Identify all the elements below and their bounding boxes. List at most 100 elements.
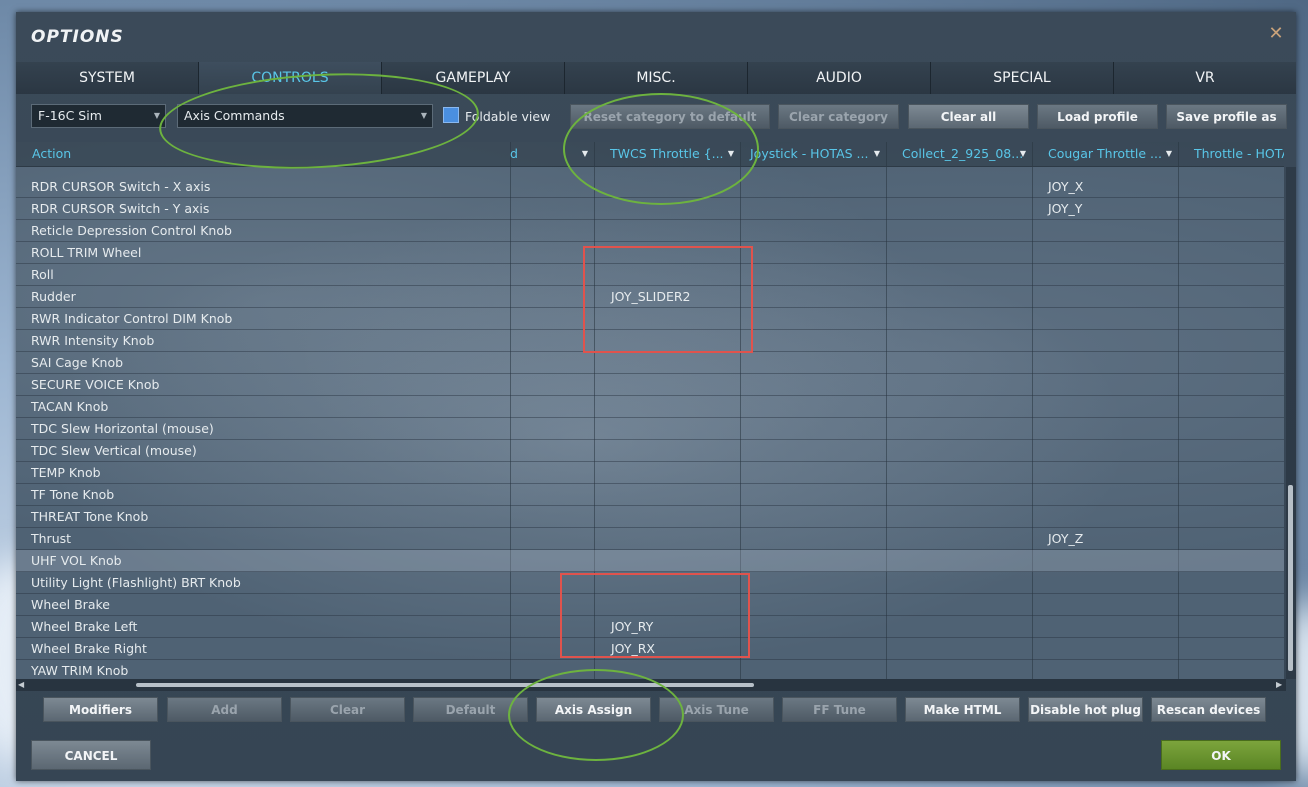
table-row[interactable]: RDR CURSOR Switch - Y axis JOY_Y [16,198,1284,220]
binding-cell[interactable] [1179,374,1284,395]
binding-cell[interactable] [1179,550,1284,571]
table-row[interactable]: RDR CURSOR Switch - X axis JOY_X [16,176,1284,198]
header-device-throttle-hotas[interactable]: Throttle - HOTA [1178,142,1284,166]
binding-cell[interactable] [1179,242,1284,263]
binding-cell[interactable] [1033,396,1178,417]
binding-cell[interactable] [1179,462,1284,483]
binding-cell[interactable] [596,242,740,263]
binding-cell[interactable] [1033,594,1178,615]
modifiers-button[interactable]: Modifiers [43,697,158,722]
binding-cell[interactable] [1179,396,1284,417]
binding-cell[interactable] [1033,330,1178,351]
table-row[interactable]: TF Tone Knob [16,484,1284,506]
binding-cell[interactable] [596,528,740,549]
ff-tune-button[interactable]: FF Tune [782,697,897,722]
binding-cell[interactable] [596,220,740,241]
close-icon[interactable]: ✕ [1268,25,1284,43]
table-row[interactable]: RWR Intensity Knob [16,330,1284,352]
binding-cell[interactable] [596,352,740,373]
default-button[interactable]: Default [413,697,528,722]
load-profile-button[interactable]: Load profile [1037,104,1158,129]
clear-category-button[interactable]: Clear category [778,104,899,129]
binding-cell[interactable] [596,572,740,593]
horizontal-scrollbar[interactable]: ◀ ▶ [16,679,1286,691]
table-row[interactable]: TACAN Knob [16,396,1284,418]
vertical-scroll-thumb[interactable] [1288,485,1293,671]
binding-cell[interactable] [596,660,740,679]
make-html-button[interactable]: Make HTML [905,697,1020,722]
binding-cell[interactable] [1033,550,1178,571]
table-row[interactable]: SAI Cage Knob [16,352,1284,374]
ok-button[interactable]: OK [1161,740,1281,770]
aircraft-select[interactable]: F-16C Sim ▼ [31,104,166,128]
reset-category-button[interactable]: Reset category to default [570,104,770,129]
binding-cell[interactable] [1033,506,1178,527]
binding-cell[interactable] [1179,638,1284,659]
binding-cell[interactable]: JOY_X [1033,176,1178,197]
save-profile-button[interactable]: Save profile as [1166,104,1287,129]
tab-system[interactable]: SYSTEM [16,62,199,94]
binding-cell[interactable] [1033,220,1178,241]
clear-button[interactable]: Clear [290,697,405,722]
table-row[interactable]: TDC Slew Vertical (mouse) [16,440,1284,462]
binding-cell[interactable] [1179,308,1284,329]
binding-cell[interactable] [596,440,740,461]
binding-cell[interactable] [1179,506,1284,527]
table-row[interactable]: UHF VOL Knob [16,550,1284,572]
binding-cell[interactable] [596,594,740,615]
binding-cell[interactable] [1033,440,1178,461]
binding-cell[interactable] [596,264,740,285]
axis-tune-button[interactable]: Axis Tune [659,697,774,722]
horizontal-scroll-thumb[interactable] [136,683,754,687]
binding-cell[interactable] [1179,594,1284,615]
binding-cell[interactable] [596,176,740,197]
chevron-down-icon[interactable]: ▼ [1020,142,1026,166]
binding-cell[interactable] [596,484,740,505]
binding-cell[interactable] [596,308,740,329]
table-row[interactable]: Wheel Brake Left JOY_RY [16,616,1284,638]
table-row[interactable]: TEMP Knob [16,462,1284,484]
tab-vr[interactable]: VR [1114,62,1296,94]
binding-cell[interactable] [1033,418,1178,439]
chevron-down-icon[interactable]: ▼ [728,142,734,166]
binding-cell[interactable] [1179,330,1284,351]
binding-cell[interactable] [1179,572,1284,593]
binding-cell[interactable] [1033,242,1178,263]
add-button[interactable]: Add [167,697,282,722]
binding-cell[interactable] [596,506,740,527]
binding-cell[interactable] [1033,374,1178,395]
binding-cell[interactable] [1033,264,1178,285]
binding-cell[interactable]: JOY_Z [1033,528,1178,549]
table-row[interactable]: Utility Light (Flashlight) BRT Knob [16,572,1284,594]
table-row[interactable]: TDC Slew Horizontal (mouse) [16,418,1284,440]
binding-cell[interactable] [596,418,740,439]
header-device-collect[interactable]: Collect_2_925_08... ▼ [886,142,1032,166]
clear-all-button[interactable]: Clear all [908,104,1029,129]
binding-cell[interactable] [1033,352,1178,373]
binding-cell[interactable]: JOY_RY [596,616,740,637]
scroll-right-icon[interactable]: ▶ [1276,680,1282,689]
rescan-devices-button[interactable]: Rescan devices [1151,697,1266,722]
binding-cell[interactable] [596,462,740,483]
table-row[interactable]: YAW TRIM Knob [16,660,1284,679]
binding-cell[interactable] [1033,638,1178,659]
binding-cell[interactable] [596,198,740,219]
binding-cell[interactable] [1033,484,1178,505]
axis-assign-button[interactable]: Axis Assign [536,697,651,722]
binding-cell[interactable] [596,330,740,351]
binding-cell[interactable] [1033,616,1178,637]
binding-cell[interactable] [1179,418,1284,439]
table-row[interactable]: Reticle Depression Control Knob [16,220,1284,242]
binding-cell[interactable] [1179,484,1284,505]
binding-cell[interactable] [1033,462,1178,483]
tab-controls[interactable]: CONTROLS [199,62,382,94]
tab-special[interactable]: SPECIAL [931,62,1114,94]
table-row[interactable]: Roll [16,264,1284,286]
table-row[interactable]: RWR Indicator Control DIM Knob [16,308,1284,330]
binding-cell[interactable] [1179,352,1284,373]
binding-cell[interactable]: JOY_Y [1033,198,1178,219]
binding-cell[interactable] [1033,572,1178,593]
table-row[interactable]: Thrust JOY_Z [16,528,1284,550]
binding-cell[interactable] [1179,616,1284,637]
binding-cell[interactable] [596,550,740,571]
